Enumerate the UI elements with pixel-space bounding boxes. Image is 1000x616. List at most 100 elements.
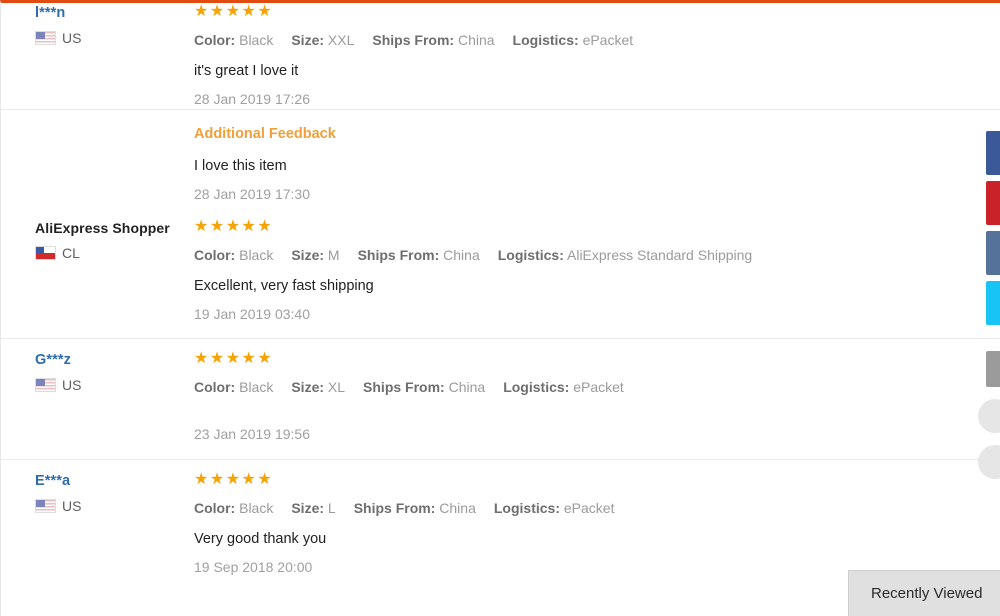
review-date: 23 Jan 2019 19:56: [194, 426, 310, 442]
country-code: CL: [62, 245, 80, 261]
attr-color-value: Black: [239, 32, 274, 48]
attr-color: Color: Black: [194, 500, 273, 516]
attr-size-key: Size:: [291, 500, 325, 516]
review-attributes: Color: Black Size: L Ships From: China Logi…: [194, 499, 989, 518]
star-rating: ★★★★★: [194, 218, 274, 235]
review-item: G***z US ★★★★★ Color: Black Size: XL Ships…: [1, 338, 1000, 444]
review-attributes: Color: Black Size: XL Ships From: China Log…: [194, 378, 989, 397]
facebook-share-icon[interactable]: [986, 131, 1000, 175]
review-item: AliExpress Shopper CL ★★★★★ Color: Black…: [1, 218, 1000, 324]
attr-logistics-key: Logistics:: [503, 379, 570, 395]
attr-logistics: Logistics: ePacket: [513, 32, 634, 48]
additional-feedback-title: Additional Feedback: [194, 126, 336, 142]
attr-ships-from-key: Ships From:: [372, 32, 455, 48]
attr-size: Size: XL: [291, 379, 345, 395]
additional-feedback-comment: I love this item: [194, 158, 287, 174]
attr-ships-from-value: China: [443, 247, 480, 263]
country-code: US: [62, 377, 82, 393]
attr-color: Color: Black: [194, 247, 273, 263]
attr-logistics: Logistics: AliExpress Standard Shipping: [498, 247, 752, 263]
attr-logistics-key: Logistics:: [493, 500, 560, 516]
review-comment: it's great I love it: [194, 63, 299, 79]
review-comment: Excellent, very fast shipping: [194, 278, 374, 294]
attr-color-key: Color:: [194, 500, 236, 516]
attr-size-value: M: [327, 247, 340, 263]
review-body: ★★★★★ Color: Black Size: XL Ships From: Ch…: [194, 339, 1000, 444]
us-flag-icon: [35, 31, 56, 45]
review-body: ★★★★★ Color: Black Size: L Ships From: Chi…: [194, 460, 1000, 577]
attr-logistics-value: ePacket: [563, 500, 615, 516]
review-attributes: Color: Black Size: XXL Ships From: China Lo…: [194, 31, 989, 50]
attr-logistics-key: Logistics:: [512, 32, 579, 48]
us-flag-icon: [35, 378, 56, 392]
additional-feedback-body: Additional Feedback I love this item 28 …: [194, 124, 1000, 204]
attr-ships-from: Ships From: China: [372, 32, 494, 48]
review-list: l***n US ★★★★★ Color: Black Size: XXL Ship…: [1, 3, 1000, 577]
attr-size-key: Size:: [291, 32, 325, 48]
us-flag-icon: [35, 499, 56, 513]
country-code: US: [62, 30, 82, 46]
attr-size-value: XL: [327, 379, 346, 395]
star-rating: ★★★★★: [194, 471, 274, 488]
attr-color-key: Color:: [194, 247, 236, 263]
reviewer-name[interactable]: l***n: [35, 3, 194, 23]
attr-size-value: L: [327, 500, 336, 516]
reviewer-info: G***z US: [1, 339, 194, 392]
recently-viewed-label: Recently Viewed: [871, 584, 983, 602]
reviewer-name: AliExpress Shopper: [35, 220, 170, 236]
social-share-bar: [986, 131, 1000, 393]
review-attributes: Color: Black Size: M Ships From: China Logi…: [194, 246, 989, 265]
attr-size: Size: L: [291, 500, 335, 516]
additional-feedback-date: 28 Jan 2019 17:30: [194, 186, 310, 202]
pinterest-share-icon[interactable]: [986, 181, 1000, 225]
attr-size-value: XXL: [327, 32, 355, 48]
attr-logistics-key: Logistics:: [497, 247, 564, 263]
reviewer-info: AliExpress Shopper CL: [1, 218, 194, 260]
cl-flag-icon: [35, 246, 56, 260]
reviewer-name[interactable]: E***a: [35, 471, 194, 491]
review-date: 19 Jan 2019 03:40: [194, 306, 310, 322]
review-date: 28 Jan 2019 17:26: [194, 91, 310, 107]
reviewer-info: l***n US: [1, 3, 194, 45]
reviewer-country: US: [35, 31, 194, 45]
country-code: US: [62, 498, 82, 514]
attr-logistics: Logistics: ePacket: [494, 500, 615, 516]
attr-ships-from: Ships From: China: [363, 379, 485, 395]
attr-ships-from-key: Ships From:: [357, 247, 440, 263]
attr-logistics: Logistics: ePacket: [503, 379, 624, 395]
attr-size-key: Size:: [291, 379, 325, 395]
star-rating: ★★★★★: [194, 3, 274, 20]
scroll-controls: [978, 399, 1000, 491]
recently-viewed-panel[interactable]: Recently Viewed: [848, 570, 1000, 616]
review-item: E***a US ★★★★★ Color: Black Size: L Ships …: [1, 459, 1000, 577]
review-body: ★★★★★ Color: Black Size: XXL Ships From: C…: [194, 3, 1000, 109]
attr-logistics-value: AliExpress Standard Shipping: [567, 247, 753, 263]
vk-share-icon[interactable]: [986, 231, 1000, 275]
attr-color-key: Color:: [194, 379, 236, 395]
attr-color: Color: Black: [194, 379, 273, 395]
review-comment: Very good thank you: [194, 531, 327, 547]
attr-ships-from-value: China: [439, 500, 476, 516]
attr-ships-from: Ships From: China: [358, 247, 480, 263]
attr-color-value: Black: [239, 379, 274, 395]
feedback-page: l***n US ★★★★★ Color: Black Size: XXL Ship…: [0, 0, 1000, 616]
attr-ships-from-key: Ships From:: [363, 379, 445, 395]
twitter-share-icon[interactable]: [986, 281, 1000, 325]
scroll-up-button[interactable]: [978, 399, 1000, 433]
review-item: l***n US ★★★★★ Color: Black Size: XXL Ship…: [1, 3, 1000, 109]
attr-color-value: Black: [239, 500, 274, 516]
attr-logistics-value: ePacket: [573, 379, 624, 395]
attr-size: Size: XXL: [291, 32, 354, 48]
attr-color: Color: Black: [194, 32, 273, 48]
scroll-down-button[interactable]: [978, 445, 1000, 479]
attr-logistics-value: ePacket: [582, 32, 634, 48]
reviewer-country: US: [35, 378, 194, 392]
attr-size-key: Size:: [291, 247, 325, 263]
more-share-icon[interactable]: [986, 351, 1000, 387]
reviewer-country: CL: [35, 246, 194, 260]
reviewer-name[interactable]: G***z: [35, 350, 194, 370]
attr-ships-from-key: Ships From:: [353, 500, 436, 516]
star-rating: ★★★★★: [194, 350, 274, 367]
attr-ships-from-value: China: [448, 379, 486, 395]
attr-ships-from: Ships From: China: [354, 500, 476, 516]
